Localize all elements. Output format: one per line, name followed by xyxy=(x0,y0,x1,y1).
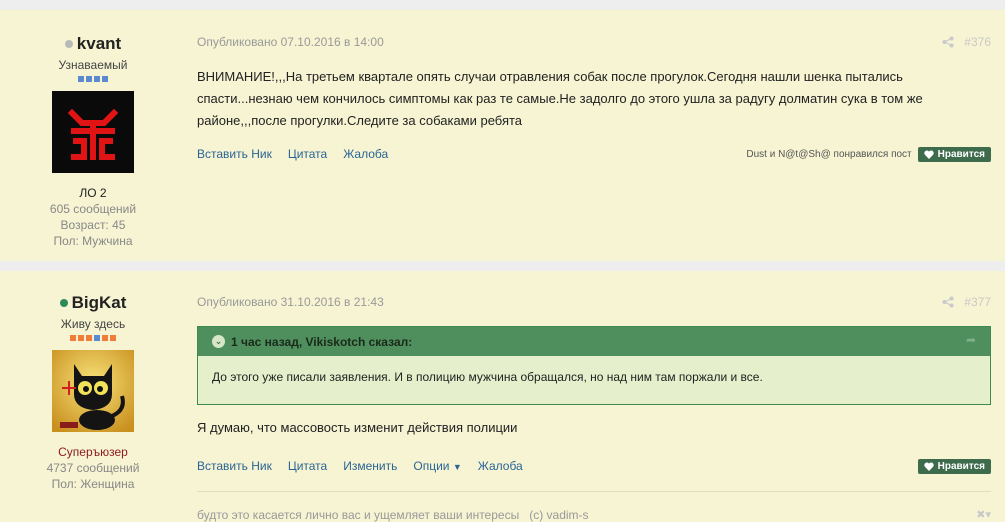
online-status-icon xyxy=(59,299,68,307)
like-button[interactable]: Нравится xyxy=(917,459,991,474)
report-link[interactable]: Жалоба xyxy=(343,147,388,161)
post-published-date[interactable]: Опубликовано 07.10.2016 в 14:00 xyxy=(197,35,384,49)
reputation-pip xyxy=(78,335,84,341)
author-rank-title: Узнаваемый xyxy=(58,58,128,72)
like-button[interactable]: Нравится xyxy=(917,147,991,162)
post-content: Опубликовано 31.10.2016 в 21:43 #377 ⌄ 1… xyxy=(197,271,991,522)
quote-link[interactable]: Цитата xyxy=(288,459,327,473)
post-permalink[interactable]: #376 xyxy=(942,35,991,49)
like-area: Нравится xyxy=(917,459,991,474)
author-group: Суперъюзер xyxy=(58,445,128,459)
author-age: Возраст: 45 xyxy=(60,218,126,232)
post-actions: Вставить Ник Цитата Жалоба xyxy=(197,147,388,161)
post-376: kvant Узнаваемый ЛО 2 605 сообщений Возр… xyxy=(0,10,1005,261)
share-icon[interactable] xyxy=(942,296,954,308)
post-number[interactable]: #377 xyxy=(964,295,991,309)
post-divider xyxy=(0,261,1005,271)
post-author-panel: BigKat Живу здесь Суперъюзер 4737 сообще… xyxy=(0,293,186,492)
reputation-pip xyxy=(78,76,84,82)
page-top-divider xyxy=(0,0,1005,10)
post-body-text: Я думаю, что массовость изменит действия… xyxy=(197,420,518,435)
reputation-pips xyxy=(0,76,186,82)
post-377: BigKat Живу здесь Суперъюзер 4737 сообще… xyxy=(0,271,1005,522)
options-dropdown[interactable]: Опции ▼ xyxy=(413,459,461,473)
reputation-pip xyxy=(102,76,108,82)
offline-status-icon xyxy=(64,40,73,48)
reputation-pip xyxy=(70,335,76,341)
caret-down-icon: ▼ xyxy=(452,462,462,472)
likers-text[interactable]: Dust и N@t@Sh@ понравился пост xyxy=(746,149,911,160)
post-published-date[interactable]: Опубликовано 31.10.2016 в 21:43 xyxy=(197,295,384,309)
post-number[interactable]: #376 xyxy=(964,35,991,49)
author-group: ЛО 2 xyxy=(79,186,107,200)
author-name-row[interactable]: kvant xyxy=(0,34,186,54)
author-name-row[interactable]: BigKat xyxy=(0,293,186,313)
options-label: Опции xyxy=(413,459,450,473)
reputation-pip xyxy=(86,76,92,82)
post-author-panel: kvant Узнаваемый ЛО 2 605 сообщений Возр… xyxy=(0,34,186,249)
avatar[interactable] xyxy=(52,350,134,432)
author-posts-count: 605 сообщений xyxy=(49,202,137,216)
report-link[interactable]: Жалоба xyxy=(478,459,523,473)
post-actions: Вставить Ник Цитата Изменить Опции ▼ Жал… xyxy=(197,459,523,473)
like-button-label: Нравится xyxy=(937,461,985,472)
author-name[interactable]: kvant xyxy=(77,34,121,54)
insert-nick-link[interactable]: Вставить Ник xyxy=(197,147,272,161)
post-content: Опубликовано 07.10.2016 в 14:00 #376 ВНИ… xyxy=(197,10,991,261)
chevron-down-icon[interactable]: ⌄ xyxy=(212,335,225,348)
quote-body-text: До этого уже писали заявления. И в полиц… xyxy=(212,370,763,384)
reputation-pip xyxy=(110,335,116,341)
signature-text: будто это касается лично вас и ущемляет … xyxy=(197,508,589,522)
signature-divider xyxy=(197,491,991,492)
post-body-text: ВНИМАНИЕ!,,,На третьем квартале опять сл… xyxy=(197,69,923,128)
heart-icon xyxy=(923,150,934,159)
author-gender: Пол: Мужчина xyxy=(53,234,133,248)
author-name[interactable]: BigKat xyxy=(72,293,127,313)
author-posts-count: 4737 сообщений xyxy=(46,461,140,475)
like-button-label: Нравится xyxy=(937,149,985,160)
author-rank-title: Живу здесь xyxy=(60,317,126,331)
insert-nick-link[interactable]: Вставить Ник xyxy=(197,459,272,473)
heart-icon xyxy=(923,462,934,471)
quote-link[interactable]: Цитата xyxy=(288,147,327,161)
reputation-pip xyxy=(94,335,100,341)
quote-header[interactable]: ⌄ 1 час назад, Vikiskotch сказал: ➦ xyxy=(198,327,990,356)
quote-jump-icon[interactable]: ➦ xyxy=(966,333,976,347)
quote-header-text: 1 час назад, Vikiskotch сказал: xyxy=(231,334,413,349)
like-area: Dust и N@t@Sh@ понравился пост Нравится xyxy=(746,147,991,162)
quote-block: ⌄ 1 час назад, Vikiskotch сказал: ➦ До э… xyxy=(197,326,991,405)
share-icon[interactable] xyxy=(942,36,954,48)
reputation-pip xyxy=(102,335,108,341)
hide-signature-icon[interactable]: ✖▾ xyxy=(976,508,991,521)
reputation-pips xyxy=(0,335,186,341)
post-permalink[interactable]: #377 xyxy=(942,295,991,309)
reputation-pip xyxy=(86,335,92,341)
edit-link[interactable]: Изменить xyxy=(343,459,397,473)
author-gender: Пол: Женщина xyxy=(51,477,135,491)
avatar[interactable] xyxy=(52,91,134,173)
reputation-pip xyxy=(94,76,100,82)
